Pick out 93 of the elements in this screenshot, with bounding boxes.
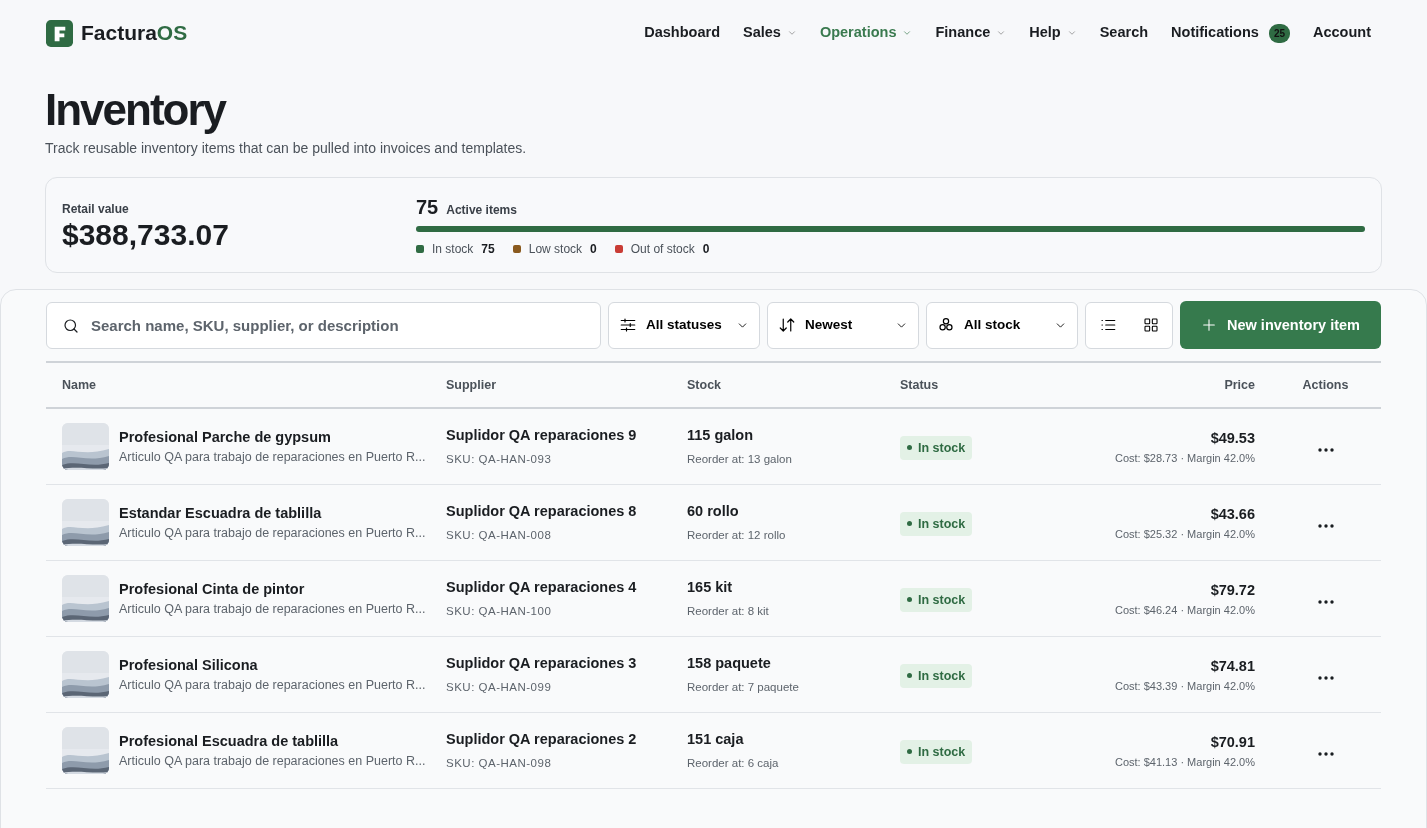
legend-label: Out of stock (630, 241, 695, 259)
legend-count: 75 (481, 241, 495, 259)
column-header: Name (62, 377, 98, 394)
item-name: Profesional Cinta de pintor (119, 579, 306, 599)
nav-link[interactable]: Finance (935, 22, 1007, 44)
column-header: Actions (1301, 377, 1350, 394)
chevron-down-icon (786, 28, 797, 38)
ellipsis-icon (1317, 523, 1334, 528)
ellipsis-icon (1317, 599, 1334, 604)
nav-link[interactable]: Notifications 25 (1171, 22, 1290, 44)
retail-value-label: Retail value (62, 200, 130, 218)
status-badge: In stock (900, 663, 973, 689)
logo-icon (46, 19, 73, 47)
status-badge: In stock (900, 511, 973, 537)
legend-label: Low stock (528, 241, 583, 259)
item-sku: SKU: QA-HAN-099 (446, 680, 553, 696)
supplier-name: Suplidor QA reparaciones 4 (446, 578, 638, 598)
stock-quantity: 115 galon (687, 426, 755, 446)
sort-arrows-icon (778, 316, 796, 335)
item-description: Articulo QA para trabajo de reparaciones en Puerto R... (119, 601, 426, 619)
item-price: $43.66 (1209, 504, 1255, 524)
supplier-name: Suplidor QA reparaciones 3 (446, 654, 638, 674)
search-icon (62, 316, 80, 335)
supplier-name: Suplidor QA reparaciones 2 (446, 730, 638, 750)
stock-quantity: 158 paquete (687, 654, 772, 674)
nav-link[interactable]: Dashboard (644, 22, 720, 44)
supplier-name: Suplidor QA reparaciones 9 (446, 426, 638, 446)
filter-dropdown[interactable]: All stock (926, 301, 1078, 349)
stock-quantity: 151 caja (687, 730, 745, 750)
search-field[interactable]: Search name, SKU, supplier, or description (46, 301, 601, 349)
item-description: Articulo QA para trabajo de reparaciones en Puerto R... (119, 677, 426, 695)
reorder-level: Reorder at: 8 kit (687, 604, 770, 620)
ellipsis-icon (1317, 675, 1334, 680)
column-header: Price (1223, 377, 1255, 394)
nav-link[interactable]: Operations (819, 22, 913, 44)
item-description: Articulo QA para trabajo de reparaciones en Puerto R... (119, 449, 426, 467)
active-items-label: Active items (446, 202, 517, 220)
nav-link[interactable]: Sales (743, 22, 797, 44)
item-sku: SKU: QA-HAN-008 (446, 528, 553, 544)
item-sku: SKU: QA-HAN-100 (446, 604, 553, 620)
reorder-level: Reorder at: 12 rollo (687, 528, 787, 544)
status-badge: In stock (900, 435, 973, 461)
nav-link[interactable]: Search (1099, 22, 1149, 44)
new-item-button[interactable]: New inventory item (1180, 301, 1381, 350)
column-header: Status (900, 377, 940, 394)
chevron-down-icon (1066, 28, 1077, 38)
reorder-level: Reorder at: 13 galon (687, 452, 793, 468)
cost-margin: Cost: $43.39 · Margin 42.0% (1113, 678, 1255, 694)
cost-margin: Cost: $25.32 · Margin 42.0% (1113, 526, 1255, 542)
item-price: $79.72 (1209, 580, 1255, 600)
chevron-down-icon (902, 28, 913, 38)
column-header: Supplier (446, 377, 497, 394)
cost-margin: Cost: $46.24 · Margin 42.0% (1113, 602, 1255, 618)
brand-name: FacturaOS (81, 20, 188, 47)
filter-dropdown[interactable]: Newest (767, 301, 919, 349)
ellipsis-icon (1317, 751, 1334, 756)
status-badge: In stock (900, 587, 973, 613)
stock-quantity: 165 kit (687, 578, 734, 598)
legend-label: In stock (432, 241, 474, 259)
nav-link[interactable]: Help (1029, 22, 1077, 44)
notification-count-badge: 25 (1268, 23, 1290, 43)
column-header: Stock (687, 377, 723, 394)
item-sku: SKU: QA-HAN-098 (446, 756, 553, 772)
retail-value: $388,733.07 (62, 217, 230, 251)
chevron-down-icon (996, 28, 1007, 38)
item-name: Profesional Escuadra de tablilla (119, 731, 340, 751)
reorder-level: Reorder at: 7 paquete (687, 680, 800, 696)
item-sku: SKU: QA-HAN-093 (446, 452, 553, 468)
item-name: Profesional Silicona (119, 655, 259, 675)
item-description: Articulo QA para trabajo de reparaciones en Puerto R... (119, 753, 426, 771)
plus-icon (1201, 317, 1217, 334)
ellipsis-icon (1317, 447, 1334, 452)
item-description: Articulo QA para trabajo de reparaciones en Puerto R... (119, 525, 426, 543)
page-title: Inventory (45, 86, 227, 135)
supplier-name: Suplidor QA reparaciones 8 (446, 502, 638, 522)
item-price: $49.53 (1209, 428, 1255, 448)
stock-quantity: 60 rollo (687, 502, 740, 522)
cost-margin: Cost: $28.73 · Margin 42.0% (1113, 450, 1255, 466)
active-item-count: 75 (416, 195, 439, 221)
page-subtitle: Track reusable inventory items that can be pulled into invoices and templates. (45, 139, 528, 159)
item-name: Profesional Parche de gypsum (119, 427, 332, 447)
item-price: $70.91 (1209, 732, 1255, 752)
grid-icon (1143, 317, 1159, 334)
reorder-level: Reorder at: 6 caja (687, 756, 780, 772)
nav-link[interactable]: Account (1313, 22, 1371, 44)
legend-count: 0 (590, 241, 597, 259)
item-price: $74.81 (1209, 656, 1255, 676)
filter-dropdown[interactable]: All statuses (608, 301, 760, 349)
item-name: Estandar Escuadra de tablilla (119, 503, 323, 523)
legend-count: 0 (702, 241, 710, 259)
cost-margin: Cost: $41.13 · Margin 42.0% (1113, 754, 1255, 770)
status-badge: In stock (900, 739, 973, 765)
sliders-icon (619, 316, 637, 335)
